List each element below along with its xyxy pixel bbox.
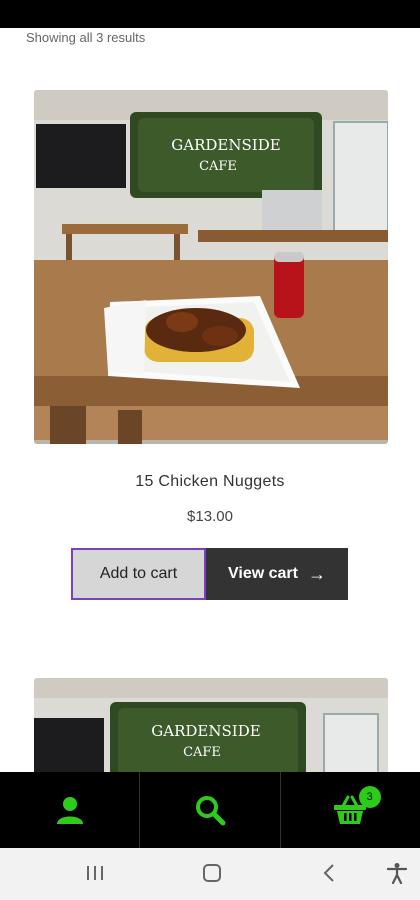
sign-line-1: GARDENSIDE (171, 136, 280, 154)
view-cart-button[interactable]: View cart → (206, 548, 348, 600)
search-icon (195, 796, 226, 826)
cafe-photo: GARDENSIDE CAFE (34, 678, 388, 778)
add-to-cart-button[interactable]: Add to cart (71, 548, 206, 600)
sign-line-2: CAFE (183, 745, 221, 760)
back-icon[interactable] (319, 862, 341, 884)
bottom-nav: 3 (0, 772, 420, 848)
user-icon (56, 797, 83, 824)
cafe-photo: GARDENSIDE CAFE (34, 90, 388, 444)
tv-screen (36, 124, 126, 188)
accessibility-icon[interactable] (386, 862, 408, 884)
product-title[interactable]: 15 Chicken Nuggets (0, 473, 420, 491)
home-icon[interactable] (201, 862, 223, 884)
product-image[interactable]: GARDENSIDE CAFE (34, 678, 388, 778)
product-image[interactable]: GARDENSIDE CAFE (34, 90, 388, 444)
add-to-cart-label: Add to cart (99, 565, 178, 582)
cart-nav-item[interactable]: 3 (281, 772, 420, 848)
cart-count-badge: 3 (358, 786, 381, 808)
product-price: $13.00 (187, 508, 233, 525)
recent-apps-icon[interactable] (84, 862, 106, 884)
view-cart-label: View cart (228, 565, 298, 582)
account-nav-item[interactable] (0, 772, 141, 848)
system-nav-bar (0, 848, 420, 900)
arrow-right-icon: → (307, 563, 326, 584)
sign-line-2: CAFE (199, 159, 237, 174)
status-bar (0, 0, 420, 28)
search-nav-item[interactable] (140, 772, 281, 848)
results-count: Showing all 3 results (26, 30, 146, 45)
sign-line-1: GARDENSIDE (151, 722, 260, 740)
